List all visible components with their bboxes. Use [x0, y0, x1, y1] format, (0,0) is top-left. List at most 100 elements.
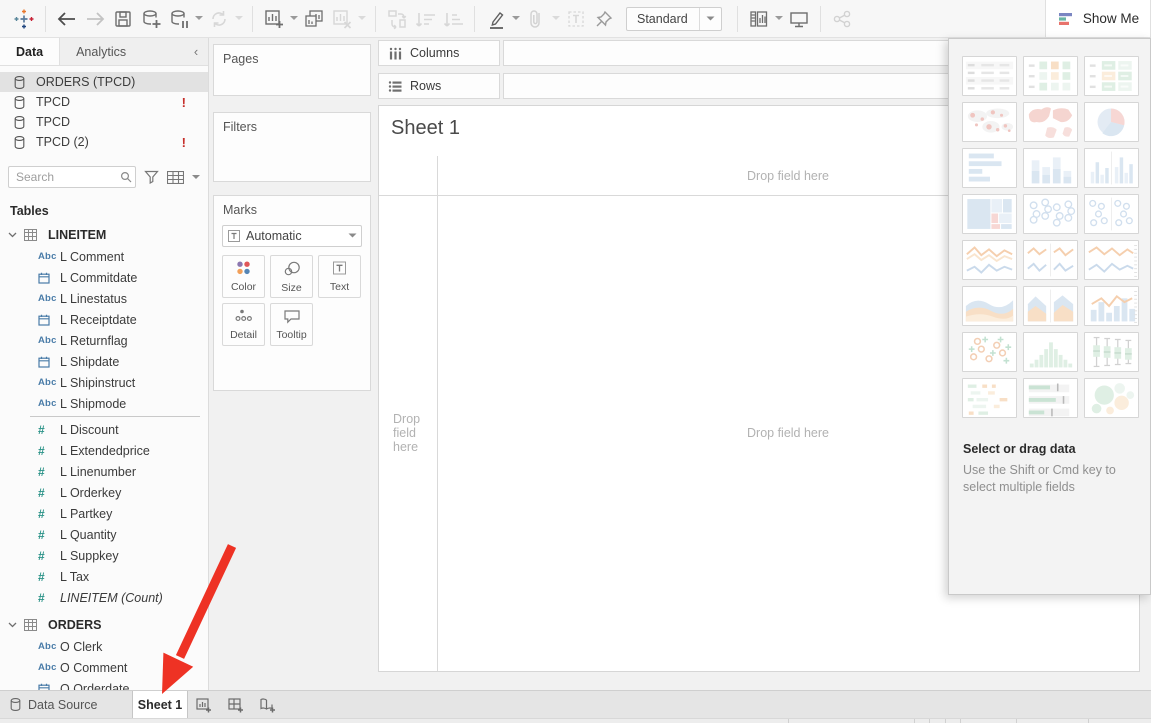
tableau-logo[interactable]: [10, 5, 38, 33]
clear-sheet-caret-icon[interactable]: [356, 5, 368, 33]
run-update-button[interactable]: [205, 5, 233, 33]
showme-thumb-dual-lines[interactable]: [1084, 240, 1139, 280]
sort-descending-button[interactable]: [439, 5, 467, 33]
showme-thumb-text-table[interactable]: [962, 56, 1017, 96]
detail-button[interactable]: Detail: [222, 303, 265, 346]
table-header-lineitem[interactable]: LINEITEM: [0, 224, 208, 246]
showme-thumb-side-by-side-circles[interactable]: [1084, 194, 1139, 234]
show-me-button[interactable]: Show Me: [1045, 0, 1151, 38]
table-header-orders[interactable]: ORDERS: [0, 614, 208, 636]
datasource-item[interactable]: TPCD (2)!: [0, 132, 208, 152]
new-data-source-button[interactable]: [137, 5, 165, 33]
filter-fields-icon[interactable]: [144, 170, 159, 184]
fix-axes-button[interactable]: [590, 5, 618, 33]
rows-drop-zone[interactable]: Drop field here: [379, 195, 437, 671]
showme-thumb-area-continuous[interactable]: [962, 286, 1017, 326]
size-button[interactable]: Size: [270, 255, 313, 298]
pages-card[interactable]: Pages: [213, 44, 371, 96]
field-l-discount[interactable]: #L Discount: [0, 419, 208, 440]
redo-button[interactable]: [81, 5, 109, 33]
showme-thumb-pie-chart[interactable]: [1084, 102, 1139, 142]
tab-data[interactable]: Data: [0, 38, 60, 65]
new-story-tab-button[interactable]: [252, 691, 284, 718]
chevron-down-icon[interactable]: [8, 232, 22, 238]
showme-thumb-horizontal-bars[interactable]: [962, 148, 1017, 188]
swap-rows-columns-button[interactable]: [383, 5, 411, 33]
field-l-shipmode[interactable]: AbcL Shipmode: [0, 393, 208, 414]
pause-auto-updates-button[interactable]: [165, 5, 193, 33]
sort-ascending-button[interactable]: [411, 5, 439, 33]
mark-type-dropdown[interactable]: Automatic: [222, 225, 362, 247]
showme-thumb-dual-combination[interactable]: [1084, 286, 1139, 326]
data-source-tab[interactable]: Data Source: [0, 691, 122, 718]
datasource-item[interactable]: ORDERS (TPCD): [0, 72, 208, 92]
field-l-commitdate[interactable]: L Commitdate: [0, 267, 208, 288]
datasource-item[interactable]: TPCD!: [0, 92, 208, 112]
tooltip-button[interactable]: Tooltip: [270, 303, 313, 346]
new-worksheet-button[interactable]: [260, 5, 288, 33]
showme-thumb-highlight-table[interactable]: [1023, 56, 1078, 96]
search-input[interactable]: [8, 166, 136, 188]
share-workbook-button[interactable]: [828, 5, 856, 33]
filters-card[interactable]: Filters: [213, 112, 371, 182]
field-l-linestatus[interactable]: AbcL Linestatus: [0, 288, 208, 309]
new-worksheet-tab-button[interactable]: [188, 691, 220, 718]
showme-thumb-box-and-whisker[interactable]: [1084, 332, 1139, 372]
showme-thumb-gantt[interactable]: [962, 378, 1017, 418]
showme-thumb-packed-bubbles[interactable]: [1084, 378, 1139, 418]
field-lineitem-count-[interactable]: #LINEITEM (Count): [0, 587, 208, 608]
run-update-caret-icon[interactable]: [233, 5, 245, 33]
field-o-orderdate[interactable]: O Orderdate: [0, 678, 208, 690]
presentation-mode-button[interactable]: [785, 5, 813, 33]
showme-thumb-treemap[interactable]: [962, 194, 1017, 234]
field-l-quantity[interactable]: #L Quantity: [0, 524, 208, 545]
fit-selector[interactable]: Standard: [626, 7, 722, 31]
field-l-extendedprice[interactable]: #L Extendedprice: [0, 440, 208, 461]
showme-thumb-scatter-plot[interactable]: [962, 332, 1017, 372]
showme-thumb-lines-discrete[interactable]: [1023, 240, 1078, 280]
sheet-1-tab[interactable]: Sheet 1: [132, 691, 188, 718]
show-mark-labels-button[interactable]: [562, 5, 590, 33]
showme-thumb-stacked-bars[interactable]: [1023, 148, 1078, 188]
field-l-shipinstruct[interactable]: AbcL Shipinstruct: [0, 372, 208, 393]
group-members-caret-icon[interactable]: [550, 5, 562, 33]
datasource-item[interactable]: TPCD: [0, 112, 208, 132]
view-options-caret-icon[interactable]: [192, 175, 200, 180]
showme-thumb-side-by-side-bars[interactable]: [1084, 148, 1139, 188]
field-l-returnflag[interactable]: AbcL Returnflag: [0, 330, 208, 351]
duplicate-sheet-button[interactable]: [300, 5, 328, 33]
view-options-icon[interactable]: [167, 171, 184, 184]
field-o-comment[interactable]: AbcO Comment: [0, 657, 208, 678]
show-hide-cards-caret-icon[interactable]: [773, 5, 785, 33]
showme-thumb-area-discrete[interactable]: [1023, 286, 1078, 326]
field-l-suppkey[interactable]: #L Suppkey: [0, 545, 208, 566]
save-button[interactable]: [109, 5, 137, 33]
showme-thumb-bullet-graph[interactable]: [1023, 378, 1078, 418]
new-dashboard-tab-button[interactable]: [220, 691, 252, 718]
showme-thumb-heat-map[interactable]: [1084, 56, 1139, 96]
showme-thumb-symbol-map[interactable]: [962, 102, 1017, 142]
showme-thumb-lines-continuous[interactable]: [962, 240, 1017, 280]
text-button[interactable]: Text: [318, 255, 361, 298]
field-l-comment[interactable]: AbcL Comment: [0, 246, 208, 267]
field-l-partkey[interactable]: #L Partkey: [0, 503, 208, 524]
field-l-shipdate[interactable]: L Shipdate: [0, 351, 208, 372]
highlight-button[interactable]: [482, 5, 510, 33]
group-members-button[interactable]: [522, 5, 550, 33]
showme-thumb-histogram[interactable]: [1023, 332, 1078, 372]
collapse-pane-icon[interactable]: ‹: [184, 38, 208, 65]
new-worksheet-caret-icon[interactable]: [288, 5, 300, 33]
undo-button[interactable]: [53, 5, 81, 33]
chevron-down-icon[interactable]: [8, 622, 22, 628]
clear-sheet-button[interactable]: [328, 5, 356, 33]
tab-analytics[interactable]: Analytics: [60, 38, 142, 65]
showme-thumb-circle-views[interactable]: [1023, 194, 1078, 234]
pause-updates-caret-icon[interactable]: [193, 5, 205, 33]
color-button[interactable]: Color: [222, 255, 265, 298]
showme-thumb-filled-map[interactable]: [1023, 102, 1078, 142]
highlight-caret-icon[interactable]: [510, 5, 522, 33]
field-l-receiptdate[interactable]: L Receiptdate: [0, 309, 208, 330]
field-o-clerk[interactable]: AbcO Clerk: [0, 636, 208, 657]
field-l-linenumber[interactable]: #L Linenumber: [0, 461, 208, 482]
show-hide-cards-button[interactable]: [745, 5, 773, 33]
